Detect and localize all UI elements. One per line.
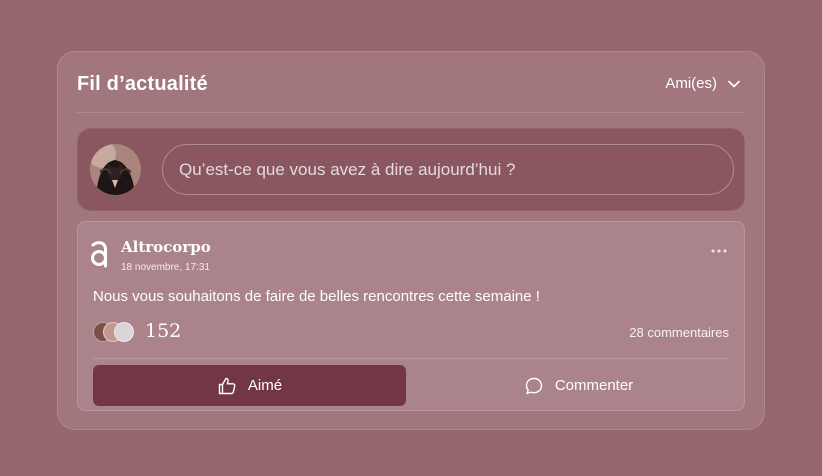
comment-bubble-icon	[525, 377, 543, 394]
post-text: Nous vous souhaitons de faire de belles …	[93, 288, 540, 305]
post-card: Altrocorpo 18 novembre, 17:31 Nous vous …	[77, 221, 745, 411]
post-input[interactable]	[162, 144, 734, 195]
audience-filter-dropdown[interactable]: Ami(es)	[665, 75, 741, 92]
post-date: 18 novembre, 17:31	[121, 262, 210, 273]
like-button[interactable]: Aimé	[93, 365, 406, 406]
reactor-avatar	[114, 322, 134, 342]
feed-title: Fil d’actualité	[77, 73, 208, 95]
brand-logo[interactable]	[90, 239, 112, 269]
user-avatar[interactable]	[90, 144, 141, 195]
comment-button-label: Commenter	[554, 377, 634, 394]
post-author[interactable]: Altrocorpo	[121, 238, 211, 256]
audience-filter-label: Ami(es)	[665, 75, 717, 92]
like-button-label: Aimé	[247, 377, 283, 394]
post-divider	[93, 358, 729, 359]
post-composer	[77, 128, 745, 211]
news-feed-card: Fil d’actualité Ami(es) Alt	[57, 51, 765, 430]
chevron-down-icon	[728, 80, 740, 87]
more-options-icon[interactable]	[710, 248, 728, 254]
like-count: 152	[145, 320, 182, 342]
thumbs-up-icon	[218, 377, 236, 394]
comments-count-link[interactable]: 28 commentaires	[629, 325, 729, 340]
comment-button[interactable]: Commenter	[422, 365, 735, 406]
feed-header: Fil d’actualité Ami(es)	[77, 52, 745, 113]
reaction-avatars[interactable]	[93, 322, 137, 344]
